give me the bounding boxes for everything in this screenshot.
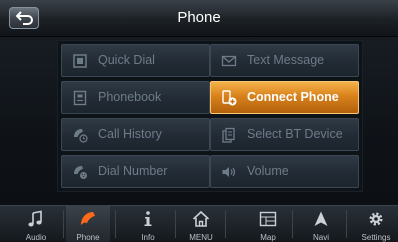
connect-phone-label: Connect Phone bbox=[247, 90, 339, 104]
nav-divider bbox=[292, 210, 293, 238]
header-bar: Phone bbox=[0, 0, 398, 37]
phone-handset-icon bbox=[81, 212, 95, 225]
phonebook-label: Phonebook bbox=[98, 90, 162, 104]
quick-dial-button[interactable]: Quick Dial bbox=[61, 44, 210, 77]
phone-screen: Phone Quick Dial Text Message Phonebook bbox=[0, 0, 398, 242]
call-history-label: Call History bbox=[98, 127, 162, 141]
phone-menu-panel: Quick Dial Text Message Phonebook Connec… bbox=[57, 40, 363, 192]
phonebook-icon bbox=[73, 90, 87, 106]
nav-divider bbox=[115, 210, 116, 238]
text-message-button[interactable]: Text Message bbox=[210, 44, 359, 77]
connect-phone-button[interactable]: Connect Phone bbox=[210, 81, 359, 114]
nav-settings[interactable]: Settings bbox=[354, 206, 398, 242]
bottom-nav-bar: Audio Phone Info MENU Map Navi Settings bbox=[0, 205, 398, 242]
nav-divider bbox=[63, 210, 64, 238]
text-message-label: Text Message bbox=[247, 53, 325, 67]
envelope-icon bbox=[221, 55, 237, 67]
nav-phone[interactable]: Phone bbox=[66, 206, 110, 242]
quick-dial-icon bbox=[73, 54, 87, 68]
home-icon bbox=[192, 210, 210, 227]
speaker-icon bbox=[222, 167, 236, 177]
map-icon bbox=[259, 211, 277, 227]
music-note-icon bbox=[28, 210, 42, 227]
select-bt-device-button[interactable]: Select BT Device bbox=[210, 118, 359, 151]
nav-divider bbox=[225, 210, 226, 238]
nav-divider bbox=[175, 210, 176, 238]
call-history-icon bbox=[74, 129, 88, 143]
dial-number-button[interactable]: Dial Number bbox=[61, 155, 210, 188]
nav-info[interactable]: Info bbox=[126, 206, 170, 242]
navigation-arrow-icon bbox=[314, 211, 328, 226]
nav-divider bbox=[346, 210, 347, 238]
gear-icon bbox=[369, 212, 383, 226]
bt-device-icon bbox=[222, 127, 235, 143]
dial-number-icon bbox=[74, 166, 87, 179]
dial-number-label: Dial Number bbox=[98, 164, 168, 178]
phonebook-button[interactable]: Phonebook bbox=[61, 81, 210, 114]
info-icon bbox=[144, 211, 152, 226]
select-bt-device-label: Select BT Device bbox=[247, 127, 343, 141]
volume-button[interactable]: Volume bbox=[210, 155, 359, 188]
nav-map[interactable]: Map bbox=[246, 206, 290, 242]
nav-audio[interactable]: Audio bbox=[14, 206, 58, 242]
volume-label: Volume bbox=[247, 164, 289, 178]
quick-dial-label: Quick Dial bbox=[98, 53, 155, 67]
connect-phone-icon bbox=[222, 90, 237, 106]
nav-navi[interactable]: Navi bbox=[299, 206, 343, 242]
call-history-button[interactable]: Call History bbox=[61, 118, 210, 151]
nav-menu[interactable]: MENU bbox=[179, 206, 223, 242]
page-title: Phone bbox=[177, 9, 221, 26]
